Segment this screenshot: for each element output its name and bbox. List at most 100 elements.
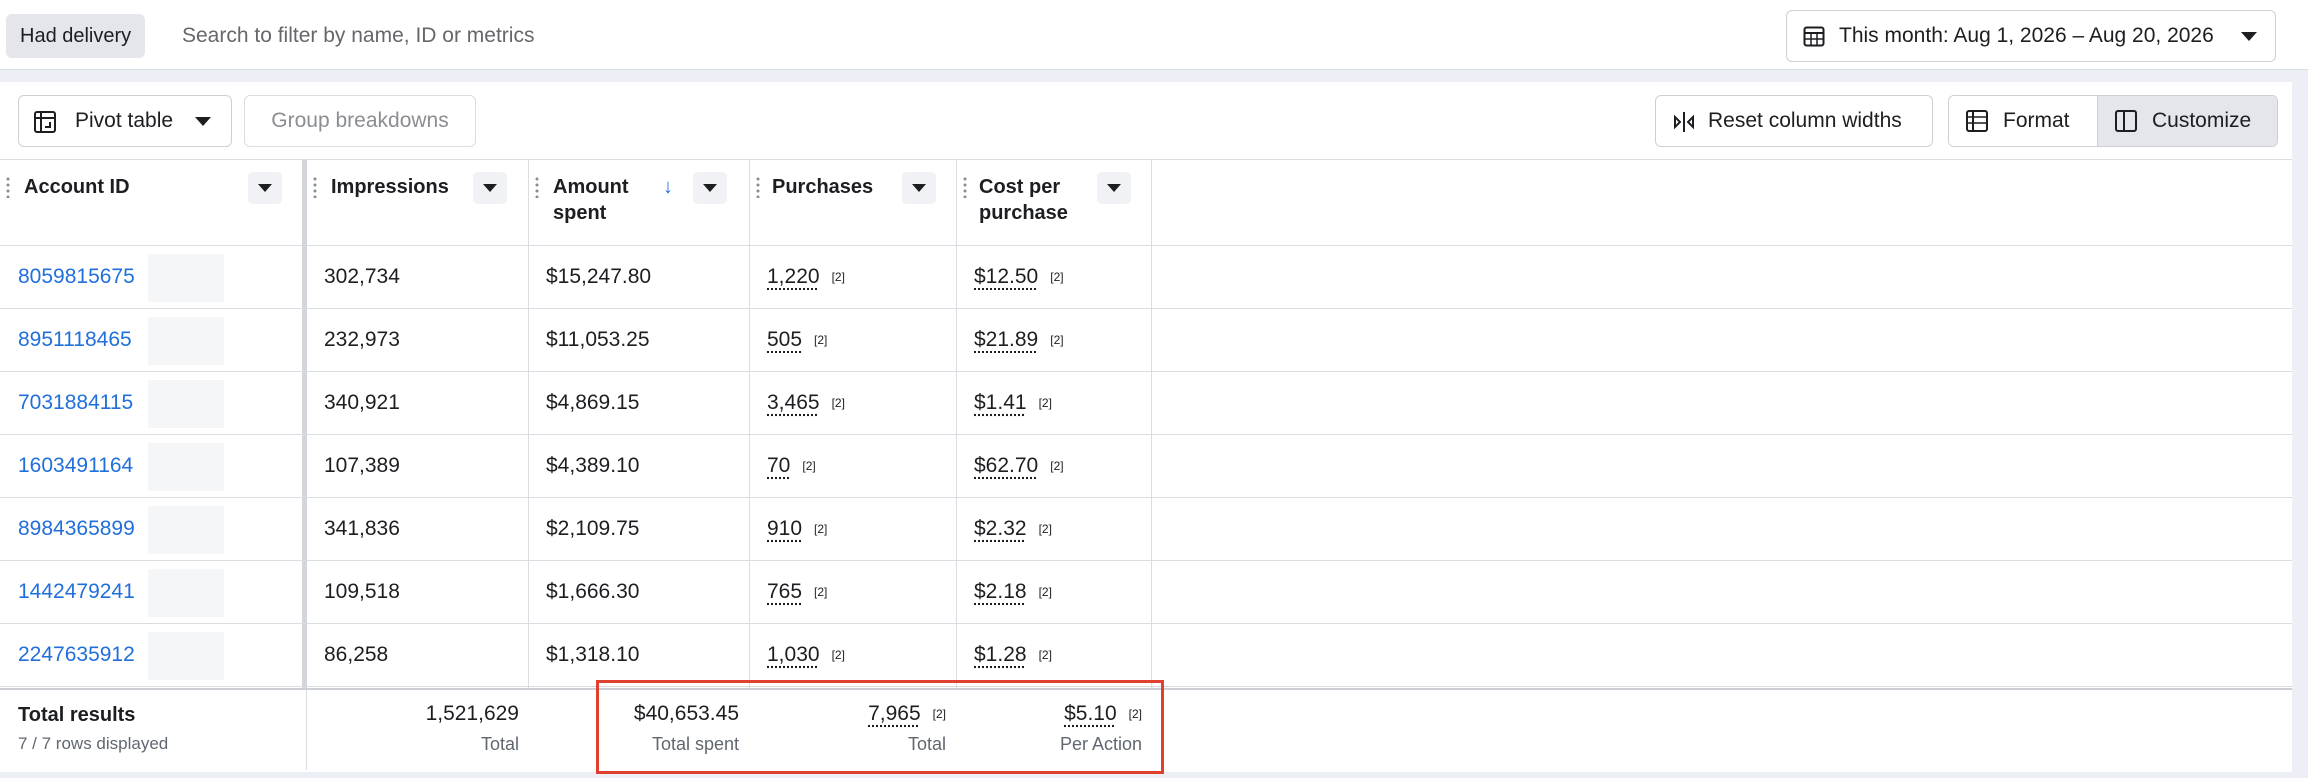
footnote-marker: [2]	[814, 522, 828, 537]
account-id-link[interactable]: 1442479241	[18, 561, 135, 623]
drag-handle-icon[interactable]	[313, 176, 317, 198]
impressions-cell: 341,836	[324, 517, 400, 540]
purchases-value[interactable]: 1,220	[767, 265, 820, 288]
filter-chip-had-delivery[interactable]: Had delivery	[6, 14, 146, 58]
purchases-cell: 70 [2]	[767, 435, 816, 497]
rows-displayed-count: 7 / 7 rows displayed	[18, 734, 169, 753]
column-menu-button[interactable]	[1097, 172, 1131, 204]
column-header-impressions[interactable]: Impressions	[307, 160, 528, 245]
account-id-link[interactable]: 8984365899	[18, 498, 135, 560]
table-row[interactable]: 8984365899 341,836 $2,109.75 910 [2] $2.32 [2]	[0, 498, 2292, 561]
cost-value[interactable]: $1.28	[974, 643, 1027, 666]
column-resize-icon	[1674, 112, 1694, 132]
cost-per-purchase-cell: $1.41 [2]	[974, 372, 1052, 434]
account-id-link[interactable]: 8059815675	[18, 246, 135, 308]
drag-handle-icon[interactable]	[6, 176, 10, 198]
impressions-cell: 302,734	[324, 265, 400, 288]
column-menu-button[interactable]	[473, 172, 507, 204]
calendar-icon	[1803, 26, 1825, 47]
amount-spent-cell: $2,109.75	[546, 517, 640, 540]
footnote-marker: [2]	[1050, 270, 1064, 285]
chevron-down-icon	[195, 117, 211, 126]
cost-value[interactable]: $62.70	[974, 454, 1038, 477]
customize-button[interactable]: Customize	[2098, 96, 2277, 146]
sort-descending-icon[interactable]: ↓	[663, 174, 673, 200]
purchases-cell: 765 [2]	[767, 561, 827, 623]
table-row[interactable]: 1442479241 109,518 $1,666.30 765 [2] $2.18 [2]	[0, 561, 2292, 624]
table-toolbar: Pivot table Group breakdowns Reset colum…	[0, 82, 2292, 160]
columns-icon	[2115, 110, 2137, 132]
chevron-down-icon	[2241, 32, 2257, 41]
redaction-mask	[148, 632, 224, 680]
chevron-down-icon	[912, 184, 926, 192]
footnote-marker: [2]	[831, 396, 845, 411]
purchases-value[interactable]: 3,465	[767, 391, 820, 414]
table-row[interactable]: 1603491164 107,389 $4,389.10 70 [2] $62.70 [2]	[0, 435, 2292, 498]
chevron-down-icon	[258, 184, 272, 192]
group-breakdowns-button[interactable]: Group breakdowns	[244, 95, 476, 147]
cost-value[interactable]: $1.41	[974, 391, 1027, 414]
table-row[interactable]: 8059815675 302,734 $15,247.80 1,220 [2] $12.5…	[0, 246, 2292, 309]
purchases-value[interactable]: 505	[767, 328, 802, 351]
column-header-account-id[interactable]: Account ID	[0, 160, 302, 245]
redaction-mask	[148, 443, 224, 491]
footnote-marker: [2]	[831, 648, 845, 663]
column-menu-button[interactable]	[248, 172, 282, 204]
drag-handle-icon[interactable]	[756, 176, 760, 198]
amount-spent-cell: $1,318.10	[546, 643, 640, 666]
cost-value[interactable]: $2.18	[974, 580, 1027, 603]
account-id-link[interactable]: 1603491164	[18, 435, 133, 497]
cost-per-purchase-cell: $12.50 [2]	[974, 246, 1064, 308]
column-header-cost-per-purchase[interactable]: Cost per purchase	[957, 160, 1151, 245]
footnote-marker: [2]	[1038, 585, 1052, 600]
cost-per-purchase-cell: $2.18 [2]	[974, 561, 1052, 623]
amount-spent-cell: $4,389.10	[546, 454, 640, 477]
reset-column-widths-button[interactable]: Reset column widths	[1655, 95, 1933, 147]
footnote-marker: [2]	[1050, 459, 1064, 474]
column-menu-button[interactable]	[693, 172, 727, 204]
impressions-cell: 232,973	[324, 328, 400, 351]
cost-value[interactable]: $21.89	[974, 328, 1038, 351]
cost-per-purchase-cell: $1.28 [2]	[974, 624, 1052, 686]
cost-per-purchase-cell: $21.89 [2]	[974, 309, 1064, 371]
amount-spent-cell: $15,247.80	[546, 265, 652, 288]
column-header-purchases[interactable]: Purchases	[750, 160, 956, 245]
total-results-label: Total results	[18, 704, 136, 726]
format-button[interactable]: Format	[1949, 96, 2098, 146]
redaction-mask	[148, 380, 224, 428]
purchases-value[interactable]: 910	[767, 517, 802, 540]
purchases-cell: 505 [2]	[767, 309, 827, 371]
format-label: Format	[2003, 109, 2070, 132]
purchases-value[interactable]: 765	[767, 580, 802, 603]
table-row[interactable]: 2247635912 86,258 $1,318.10 1,030 [2] $1.28 [2…	[0, 624, 2292, 687]
impressions-cell: 340,921	[324, 391, 400, 414]
table-row[interactable]: 7031884115 340,921 $4,869.15 3,465 [2] $1.41 […	[0, 372, 2292, 435]
search-input[interactable]: Search to filter by name, ID or metrics	[182, 14, 534, 58]
cost-value[interactable]: $12.50	[974, 265, 1038, 288]
redaction-mask	[148, 317, 224, 365]
purchases-cell: 910 [2]	[767, 498, 827, 560]
cost-value[interactable]: $2.32	[974, 517, 1027, 540]
footer-divider	[306, 690, 307, 770]
pivot-table-button[interactable]: Pivot table	[18, 95, 232, 147]
pivot-label: Pivot table	[75, 109, 174, 132]
footnote-marker: [2]	[1038, 648, 1052, 663]
amount-spent-cell: $4,869.15	[546, 391, 640, 414]
column-header-amount-spent[interactable]: Amount spent ↓	[529, 160, 749, 245]
column-menu-button[interactable]	[902, 172, 936, 204]
table-row[interactable]: 8951118465 232,973 $11,053.25 505 [2] $21.89 […	[0, 309, 2292, 372]
purchases-value[interactable]: 1,030	[767, 643, 820, 666]
drag-handle-icon[interactable]	[535, 176, 539, 198]
drag-handle-icon[interactable]	[963, 176, 967, 198]
chevron-down-icon	[703, 184, 717, 192]
chevron-down-icon	[483, 184, 497, 192]
date-range-picker[interactable]: This month: Aug 1, 2026 – Aug 20, 2026	[1786, 10, 2276, 62]
purchases-value[interactable]: 70	[767, 454, 790, 477]
footnote-marker: [2]	[1038, 522, 1052, 537]
table-header: Account ID Impressions Amount spent ↓ Pur…	[0, 160, 2292, 246]
account-id-link[interactable]: 2247635912	[18, 624, 135, 686]
format-icon	[1966, 110, 1988, 132]
account-id-link[interactable]: 7031884115	[18, 372, 133, 434]
highlight-box	[596, 680, 1164, 774]
account-id-link[interactable]: 8951118465	[18, 309, 132, 371]
